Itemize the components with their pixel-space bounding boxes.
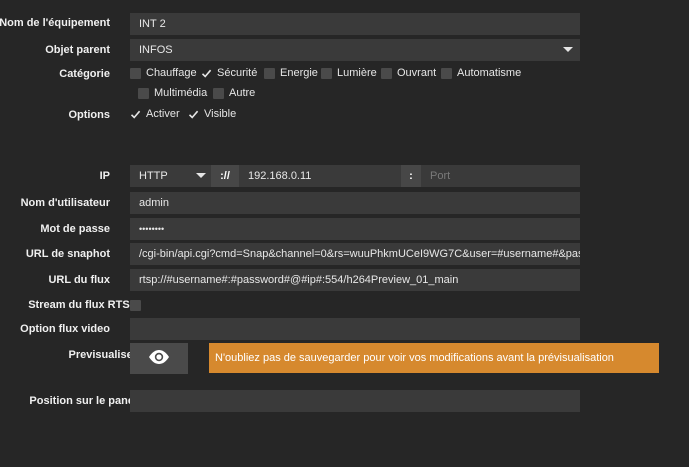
check-icon[interactable] bbox=[201, 68, 212, 79]
checkbox-unchecked[interactable] bbox=[130, 67, 141, 79]
rtsp-stream-label: Stream du flux RTSP bbox=[28, 299, 137, 311]
category-automatisme[interactable]: Automatisme bbox=[441, 67, 521, 79]
snapshot-url-label: URL de snaphot bbox=[25, 248, 110, 260]
category-item-label: Lumière bbox=[337, 67, 377, 79]
checkbox-unchecked[interactable] bbox=[441, 67, 452, 79]
preview-button[interactable] bbox=[130, 343, 188, 374]
equipment-name-label: Nom de l'équipement bbox=[0, 17, 110, 29]
video-option-label: Option flux video bbox=[20, 323, 110, 335]
category-item-label: Autre bbox=[229, 87, 256, 99]
option-item-label: Activer bbox=[146, 108, 180, 120]
chevron-down-icon bbox=[196, 173, 206, 178]
ip-address-input[interactable]: 192.168.0.11 bbox=[239, 165, 401, 187]
checkbox-unchecked[interactable] bbox=[138, 87, 149, 99]
options-label: Options bbox=[68, 109, 110, 121]
password-label: Mot de passe bbox=[40, 223, 110, 235]
panel-position-input[interactable] bbox=[130, 390, 580, 412]
rtsp-stream-checkbox[interactable] bbox=[130, 300, 141, 311]
category-lumiere[interactable]: Lumière bbox=[321, 67, 377, 79]
category-item-label: Sécurité bbox=[217, 67, 258, 79]
checkbox-unchecked[interactable] bbox=[264, 67, 275, 79]
category-ouvrant[interactable]: Ouvrant bbox=[381, 67, 436, 79]
category-label: Catégorie bbox=[59, 68, 110, 80]
check-icon[interactable] bbox=[130, 109, 141, 120]
preview-label: Previsualiser bbox=[68, 349, 138, 361]
video-option-input[interactable] bbox=[130, 318, 580, 340]
username-label: Nom d'utilisateur bbox=[20, 197, 110, 209]
category-autre[interactable]: Autre bbox=[213, 87, 255, 99]
password-input[interactable]: •••••••• bbox=[130, 218, 580, 240]
eye-icon bbox=[148, 349, 170, 368]
category-item-label: Ouvrant bbox=[397, 67, 437, 79]
port-separator: : bbox=[401, 165, 421, 187]
check-icon[interactable] bbox=[188, 109, 199, 120]
category-securite[interactable]: Sécurité bbox=[201, 67, 257, 79]
protocol-separator: :// bbox=[211, 165, 239, 187]
category-item-label: Multimédia bbox=[154, 87, 208, 99]
protocol-select[interactable]: HTTP bbox=[130, 165, 211, 187]
protocol-value: HTTP bbox=[139, 170, 168, 182]
port-input[interactable]: Port bbox=[421, 165, 580, 187]
category-energie[interactable]: Energie bbox=[264, 67, 318, 79]
category-item-label: Automatisme bbox=[457, 67, 522, 79]
parent-object-value: INFOS bbox=[139, 44, 173, 56]
preview-warning: N'oubliez pas de sauvegarder pour voir v… bbox=[209, 343, 659, 373]
port-placeholder: Port bbox=[430, 170, 451, 182]
category-item-label: Energie bbox=[280, 67, 318, 79]
ip-label: IP bbox=[99, 170, 110, 182]
checkbox-unchecked[interactable] bbox=[213, 87, 224, 99]
username-input[interactable]: admin bbox=[130, 192, 580, 214]
parent-object-select[interactable]: INFOS bbox=[130, 39, 580, 61]
panel-position-label: Position sur le panel bbox=[29, 395, 137, 407]
equipment-name-input[interactable]: INT 2 bbox=[130, 13, 580, 35]
parent-object-label: Objet parent bbox=[45, 44, 110, 56]
category-multimedia[interactable]: Multimédia bbox=[138, 87, 207, 99]
option-item-label: Visible bbox=[204, 108, 237, 120]
category-chauffage[interactable]: Chauffage bbox=[130, 67, 197, 79]
option-activer[interactable]: Activer bbox=[130, 108, 180, 120]
stream-url-label: URL du flux bbox=[48, 274, 110, 286]
stream-url-input[interactable]: rtsp://#username#:#password#@#ip#:554/h2… bbox=[130, 269, 580, 291]
chevron-down-icon bbox=[563, 47, 573, 52]
checkbox-unchecked[interactable] bbox=[321, 67, 332, 79]
snapshot-url-input[interactable]: /cgi-bin/api.cgi?cmd=Snap&channel=0&rs=w… bbox=[130, 243, 580, 265]
category-item-label: Chauffage bbox=[146, 67, 197, 79]
checkbox-unchecked[interactable] bbox=[381, 67, 392, 79]
option-visible[interactable]: Visible bbox=[188, 108, 236, 120]
